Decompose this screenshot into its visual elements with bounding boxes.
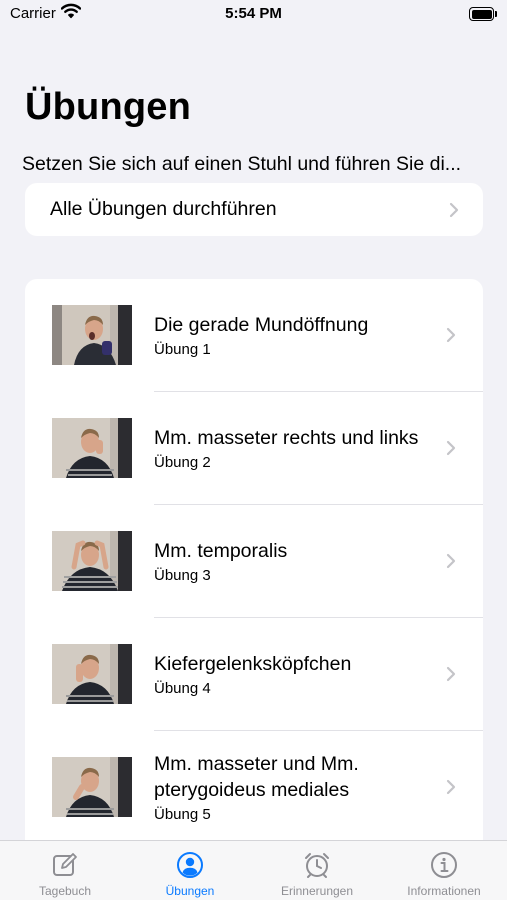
exercise-thumbnail-1 (52, 305, 132, 365)
tab-bar: Tagebuch Übungen Erinnerungen Informatio… (0, 840, 507, 900)
chevron-right-icon (446, 779, 456, 795)
chevron-right-icon (446, 440, 456, 456)
chevron-right-icon (446, 666, 456, 682)
exercise-thumbnail-2 (52, 418, 132, 478)
exercise-title: Mm. masseter und Mm. pterygoideus medial… (154, 752, 359, 801)
intro-text: Setzen Sie sich auf einen Stuhl und führ… (22, 153, 462, 175)
exercise-title: Mm. masseter rechts und links (154, 426, 419, 449)
exercise-thumbnail-4 (52, 644, 132, 704)
alarm-clock-icon (305, 853, 329, 878)
status-time: 5:54 PM (225, 5, 282, 22)
exercise-row-1[interactable]: Die gerade Mundöffnung Übung 1 (25, 279, 483, 392)
chevron-right-icon (449, 202, 459, 218)
exercise-subtitle: Übung 4 (154, 679, 211, 697)
all-exercises-button[interactable]: Alle Übungen durchführen (25, 183, 483, 236)
exercise-subtitle: Übung 1 (154, 340, 211, 358)
exercise-thumbnail-3 (52, 531, 132, 591)
exercise-title: Die gerade Mundöffnung (154, 313, 369, 336)
exercise-subtitle: Übung 5 (154, 805, 211, 823)
tab-tagebuch[interactable]: Tagebuch (2, 841, 128, 900)
exercise-subtitle: Übung 2 (154, 453, 211, 471)
tab-label: Übungen (165, 884, 215, 898)
tab-informationen[interactable]: Informationen (381, 841, 507, 900)
tab-erinnerungen[interactable]: Erinnerungen (254, 841, 380, 900)
exercise-row-3[interactable]: Mm. temporalis Übung 3 (25, 505, 483, 618)
compose-icon (53, 853, 77, 876)
all-exercises-label: Alle Übungen durchführen (50, 198, 277, 220)
tab-label: Erinnerungen (280, 884, 354, 898)
person-circle-icon (177, 852, 203, 878)
tab-label: Tagebuch (38, 884, 92, 898)
exercise-title: Kiefergelenksköpfchen (154, 652, 352, 675)
screen: Carrier 5:54 PM Übungen Setzen Sie sich … (0, 0, 507, 900)
exercise-row-2[interactable]: Mm. masseter rechts und links Übung 2 (25, 392, 483, 505)
tab-uebungen[interactable]: Übungen (127, 841, 253, 900)
chevron-right-icon (446, 553, 456, 569)
status-bar: Carrier 5:54 PM (0, 0, 507, 30)
chevron-right-icon (446, 327, 456, 343)
exercise-list: Die gerade Mundöffnung Übung 1 Mm. masse… (25, 279, 483, 854)
battery-icon (469, 7, 497, 21)
tab-label: Informationen (407, 884, 481, 898)
exercise-subtitle: Übung 3 (154, 566, 211, 584)
exercise-title: Mm. temporalis (154, 539, 288, 562)
exercise-thumbnail-5 (52, 757, 132, 817)
page-title: Übungen (25, 86, 192, 128)
exercise-row-4[interactable]: Kiefergelenksköpfchen Übung 4 (25, 618, 483, 731)
info-circle-icon (431, 852, 457, 878)
exercise-row-5[interactable]: Mm. masseter und Mm. pterygoideus medial… (25, 731, 483, 844)
